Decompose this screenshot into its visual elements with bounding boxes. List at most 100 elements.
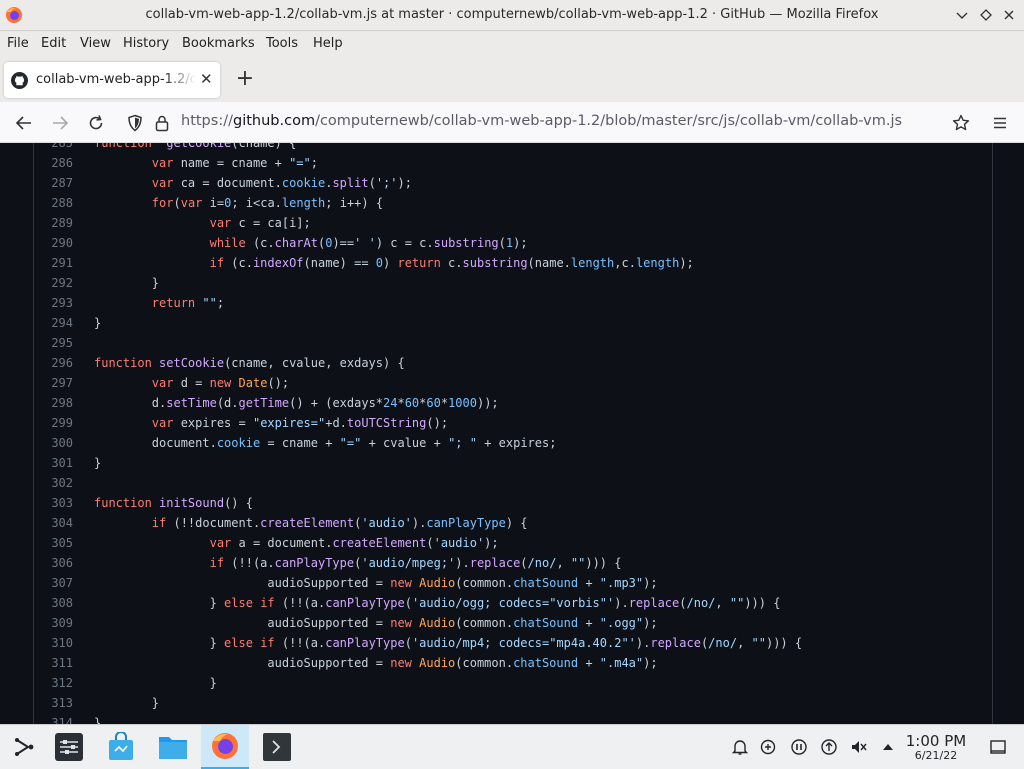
- line-number[interactable]: 308: [34, 593, 73, 613]
- menu-history[interactable]: History: [123, 36, 169, 51]
- line-number[interactable]: 285: [34, 143, 73, 153]
- media-player-tray[interactable]: [789, 737, 809, 757]
- new-tab-button[interactable]: +: [232, 66, 258, 92]
- url-host: github.com: [232, 113, 316, 129]
- line-number[interactable]: 297: [34, 373, 73, 393]
- url-bar[interactable]: https://github.com/computernewb/collab-v…: [181, 113, 902, 129]
- line-number[interactable]: 298: [34, 393, 73, 413]
- code-text: while (c.charAt(0)==' ') c = c.substring…: [209, 236, 528, 250]
- line-number[interactable]: 304: [34, 513, 73, 533]
- line-number[interactable]: 306: [34, 553, 73, 573]
- menu-bar: File Edit View History Bookmarks Tools H…: [0, 31, 1024, 58]
- pause-icon: [791, 739, 807, 755]
- network-icon: [760, 739, 776, 755]
- folder-icon: [159, 737, 187, 759]
- line-number[interactable]: 311: [34, 653, 73, 673]
- close-icon: [1004, 10, 1014, 20]
- line-number[interactable]: 303: [34, 493, 73, 513]
- tracking-protection-button[interactable]: [124, 112, 146, 134]
- line-number[interactable]: 295: [34, 333, 73, 353]
- terminal-icon: [263, 733, 291, 761]
- line-number[interactable]: 301: [34, 453, 73, 473]
- line-number[interactable]: 313: [34, 693, 73, 713]
- maximize-button[interactable]: [975, 4, 997, 26]
- code-text: var name = cname + "=";: [151, 156, 318, 170]
- line-number[interactable]: 310: [34, 633, 73, 653]
- desktop-icon: [990, 740, 1006, 754]
- minimize-button[interactable]: [951, 4, 973, 26]
- close-window-button[interactable]: [998, 4, 1020, 26]
- clock-time[interactable]: 1:00 PM: [900, 732, 972, 750]
- tab-bar: collab-vm-web-app-1.2/collab-vm.js at ma…: [0, 58, 1024, 102]
- taskbar-system-settings[interactable]: [45, 725, 93, 769]
- taskbar: 1:00 PM 6/21/22: [0, 724, 1024, 769]
- clock-date[interactable]: 6/21/22: [900, 749, 972, 762]
- menu-view[interactable]: View: [80, 36, 111, 51]
- plasma-launcher-icon: [15, 738, 34, 756]
- back-button[interactable]: [13, 112, 35, 134]
- app-menu-button[interactable]: [989, 112, 1011, 134]
- menu-help[interactable]: Help: [313, 36, 343, 51]
- site-info-button[interactable]: [151, 112, 173, 134]
- menu-edit[interactable]: Edit: [41, 36, 66, 51]
- code-text: audioSupported = new Audio(common.chatSo…: [94, 656, 658, 670]
- show-hidden-icons-button[interactable]: [878, 737, 898, 757]
- tab-close-icon[interactable]: ✕: [200, 70, 213, 88]
- code-text: return "";: [151, 296, 225, 310]
- code-text: for(var i=0; i<ca.length; i++) {: [151, 196, 384, 210]
- volume-tray[interactable]: [849, 737, 869, 757]
- firefox-icon: [212, 733, 238, 759]
- updates-tray[interactable]: [819, 737, 839, 757]
- reload-button[interactable]: [85, 112, 107, 134]
- line-number[interactable]: 286: [34, 153, 73, 173]
- navigation-bar: https://github.com/computernewb/collab-v…: [0, 102, 1024, 143]
- code-text: } else if (!!(a.canPlayType('audio/mp4; …: [94, 636, 803, 650]
- line-number[interactable]: 302: [34, 473, 73, 493]
- line-number[interactable]: 305: [34, 533, 73, 553]
- code-text: if (c.indexOf(name) == 0) return c.subst…: [209, 256, 694, 270]
- update-icon: [821, 739, 837, 755]
- line-number[interactable]: 291: [34, 253, 73, 273]
- code-text: }: [94, 316, 102, 330]
- line-number[interactable]: 314: [34, 713, 73, 724]
- line-number[interactable]: 293: [34, 293, 73, 313]
- forward-button[interactable]: [49, 112, 71, 134]
- taskbar-discover[interactable]: [97, 725, 145, 769]
- menu-file[interactable]: File: [7, 36, 29, 51]
- chevron-up-icon: [883, 744, 893, 750]
- network-tray[interactable]: [758, 737, 778, 757]
- menu-bookmarks[interactable]: Bookmarks: [182, 36, 255, 51]
- settings-sliders-icon: [55, 733, 83, 761]
- line-number[interactable]: 290: [34, 233, 73, 253]
- code-text: }: [94, 276, 160, 290]
- code-text: } else if (!!(a.canPlayType('audio/ogg; …: [94, 596, 781, 610]
- line-number[interactable]: 299: [34, 413, 73, 433]
- hamburger-menu-icon: [994, 117, 1006, 129]
- code-text: d.setTime(d.getTime() + (exdays*24*60*60…: [94, 396, 499, 410]
- notifications-tray[interactable]: [730, 737, 750, 757]
- window-titlebar: collab-vm-web-app-1.2/collab-vm.js at ma…: [0, 0, 1024, 31]
- line-number[interactable]: 296: [34, 353, 73, 373]
- bookmark-star-button[interactable]: [950, 112, 972, 134]
- application-launcher-button[interactable]: [0, 725, 48, 769]
- url-path: /computernewb/collab-vm-web-app-1.2/blob…: [315, 113, 903, 129]
- line-number[interactable]: 288: [34, 193, 73, 213]
- taskbar-terminal[interactable]: [253, 725, 301, 769]
- taskbar-file-manager[interactable]: [149, 725, 197, 769]
- line-number[interactable]: 294: [34, 313, 73, 333]
- tab-active[interactable]: collab-vm-web-app-1.2/collab-vm.js at ma…: [4, 62, 220, 98]
- line-number[interactable]: 292: [34, 273, 73, 293]
- code-text: var ca = document.cookie.split(';');: [151, 176, 412, 190]
- taskbar-firefox-active[interactable]: [201, 725, 249, 769]
- line-number[interactable]: 309: [34, 613, 73, 633]
- code-text: }: [94, 676, 217, 690]
- tab-title: collab-vm-web-app-1.2/collab-vm.js at ma…: [36, 72, 196, 87]
- menu-tools[interactable]: Tools: [266, 36, 298, 51]
- arrow-right-icon: [53, 116, 69, 130]
- line-number[interactable]: 287: [34, 173, 73, 193]
- show-desktop-button[interactable]: [988, 737, 1008, 757]
- line-number[interactable]: 307: [34, 573, 73, 593]
- line-number[interactable]: 312: [34, 673, 73, 693]
- line-number[interactable]: 300: [34, 433, 73, 453]
- line-number[interactable]: 289: [34, 213, 73, 233]
